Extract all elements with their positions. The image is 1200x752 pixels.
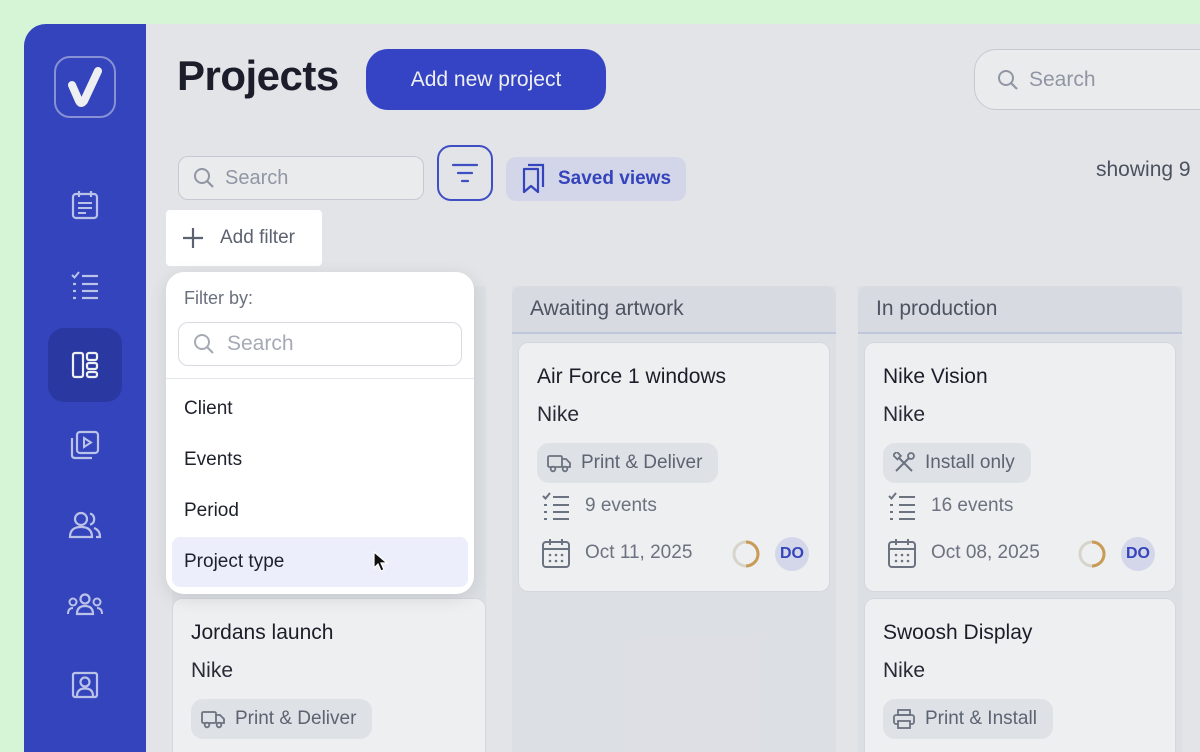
add-filter-button[interactable]: Add filter	[166, 210, 322, 266]
divider	[166, 378, 474, 379]
search-icon	[194, 334, 214, 354]
filter-by-label: Filter by:	[184, 288, 254, 308]
filter-dropdown: Filter by: Search Client Events Period P…	[166, 272, 474, 594]
add-filter-label: Add filter	[220, 227, 295, 248]
filter-option-project-type[interactable]: Project type	[172, 537, 468, 587]
filter-search-input[interactable]: Search	[178, 322, 462, 366]
filter-option-client[interactable]: Client	[172, 384, 468, 434]
plus-icon	[183, 228, 203, 248]
app-window: Projects Add new project Search Search S…	[24, 24, 1200, 752]
filter-option-events[interactable]: Events	[172, 435, 468, 485]
mouse-cursor-icon	[373, 551, 389, 572]
filter-option-period[interactable]: Period	[172, 486, 468, 536]
filter-search-placeholder: Search	[227, 332, 294, 355]
